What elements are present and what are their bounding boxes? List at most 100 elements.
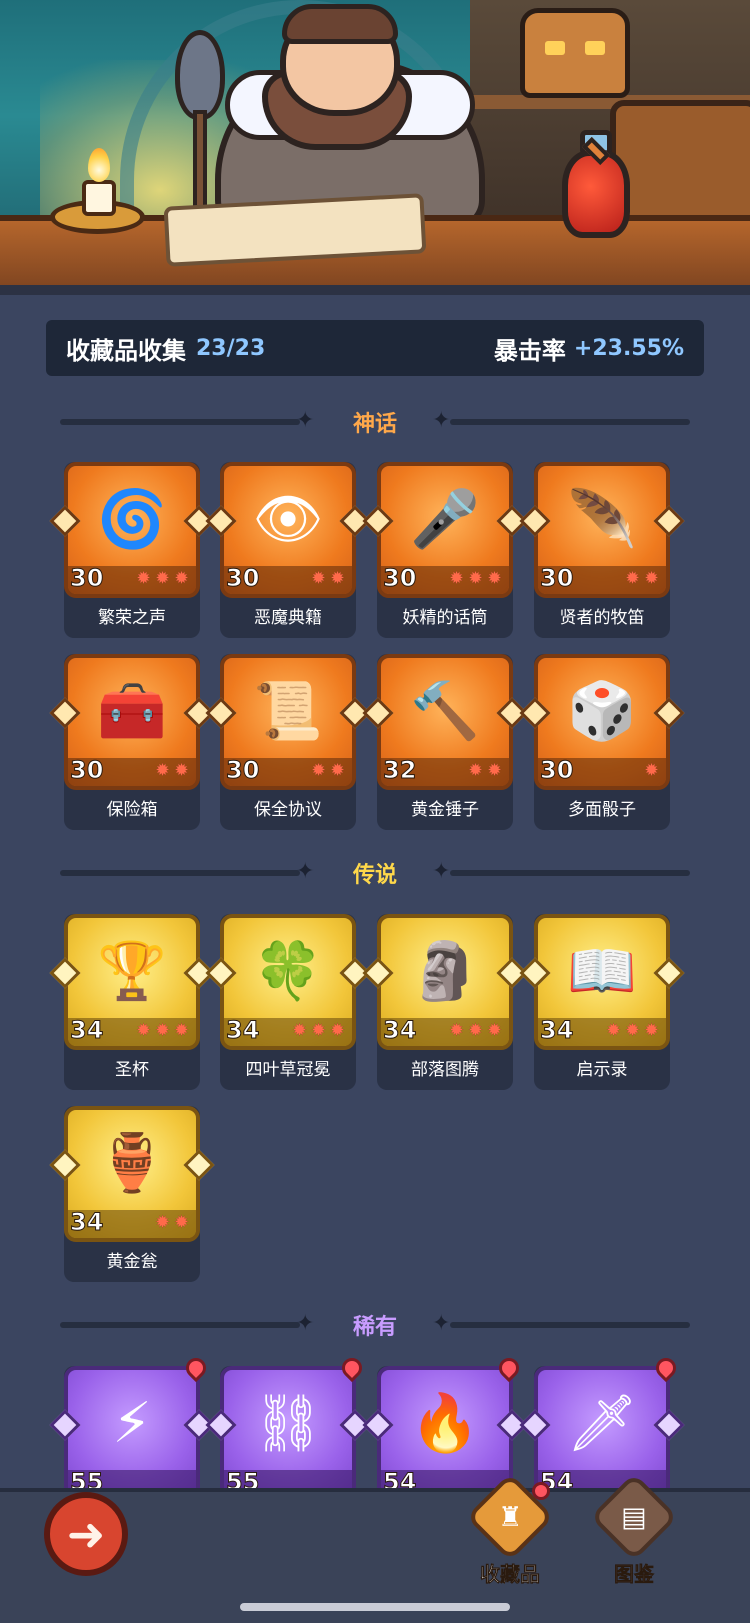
item-level: 30 xyxy=(382,564,417,593)
star-rating: ✹ ✹ xyxy=(311,762,348,780)
crit-rate-label: 暴击率 xyxy=(493,336,566,365)
tab-codex[interactable]: ▤ 图鉴 xyxy=(586,1472,682,1588)
tribal-mask-decoration xyxy=(520,8,630,98)
contract-scroll-icon: 📜 xyxy=(253,679,323,744)
spirit-orb-icon: 🌀 xyxy=(97,487,167,552)
notification-dot xyxy=(532,1482,550,1500)
item-name: 部落图腾 xyxy=(411,1060,479,1080)
legend-collectible-card[interactable]: 🗿 34 ✹ ✹ ✹ 部落图腾 xyxy=(362,914,528,1090)
star-rating: ✹ ✹ xyxy=(155,762,192,780)
crit-rate-value: +23.55% xyxy=(573,335,684,361)
demon-book-icon: 👁 xyxy=(252,487,324,552)
skull-dagger-icon: 🗡 xyxy=(566,1391,638,1456)
star-icon: ✹ xyxy=(155,760,171,781)
star-icon: ✹ xyxy=(311,760,327,781)
lightning-card-icon: ⚡ xyxy=(112,1391,152,1456)
star-rating: ✹ ✹ xyxy=(625,570,662,588)
star-icon: ✹ xyxy=(311,568,327,589)
star-icon: ✹ xyxy=(487,1020,503,1041)
potion-decoration xyxy=(562,150,630,238)
legend-collectible-card[interactable]: 🏆 34 ✹ ✹ ✹ 圣杯 xyxy=(49,914,215,1090)
item-level: 30 xyxy=(539,756,574,785)
star-icon: ✹ xyxy=(311,1020,327,1041)
shovel-decoration xyxy=(175,30,225,120)
myth-collectible-card[interactable]: 👁 30 ✹ ✹ 恶魔典籍 xyxy=(205,462,371,638)
star-icon: ✹ xyxy=(468,1020,484,1041)
item-name: 多面骰子 xyxy=(568,800,636,820)
star-icon: ✹ xyxy=(155,1212,171,1233)
star-icon: ✹ xyxy=(625,1020,641,1041)
item-level: 30 xyxy=(225,564,260,593)
section-title-myth: 神话 xyxy=(352,412,397,437)
item-name: 保全协议 xyxy=(254,800,322,820)
sparkle-icon: ✦ xyxy=(296,859,315,884)
tribal-totem-icon: 🗿 xyxy=(410,939,480,1004)
star-icon: ✹ xyxy=(644,760,660,781)
golden-urn-icon: 🏺 xyxy=(97,1131,167,1196)
section-title-rare: 稀有 xyxy=(352,1315,397,1340)
star-rating: ✹ ✹ xyxy=(311,570,348,588)
tab-collection-label: 收藏品 xyxy=(480,1562,541,1587)
tab-collection[interactable]: ♜ 收藏品 xyxy=(462,1472,558,1588)
section-header-rare: ✦ 稀有 ✦ xyxy=(50,1305,700,1345)
star-icon: ✹ xyxy=(606,1020,622,1041)
star-icon: ✹ xyxy=(330,760,346,781)
star-icon: ✹ xyxy=(449,568,465,589)
golden-hammer-icon: 🔨 xyxy=(410,679,480,744)
item-name: 圣杯 xyxy=(115,1060,149,1080)
star-icon: ✹ xyxy=(644,1020,660,1041)
star-icon: ✹ xyxy=(487,760,503,781)
sage-flute-icon: 🪶 xyxy=(567,487,637,552)
star-icon: ✹ xyxy=(330,1020,346,1041)
section-header-legend: ✦ 传说 ✦ xyxy=(50,853,700,893)
myth-collectible-card[interactable]: 🪶 30 ✹ ✹ 贤者的牧笛 xyxy=(519,462,685,638)
item-name: 四叶草冠冕 xyxy=(245,1060,331,1080)
star-icon: ✹ xyxy=(449,1020,465,1041)
star-icon: ✹ xyxy=(174,760,190,781)
star-icon: ✹ xyxy=(625,568,641,589)
star-icon: ✹ xyxy=(136,568,152,589)
item-name: 繁荣之声 xyxy=(98,608,166,628)
treasure-chest-icon: 🧰 xyxy=(97,679,167,744)
myth-collectible-card[interactable]: 🧰 30 ✹ ✹ 保险箱 xyxy=(49,654,215,830)
legend-collectible-card[interactable]: 🏺 34 ✹ ✹ 黄金瓮 xyxy=(49,1106,215,1282)
item-name: 启示录 xyxy=(576,1060,628,1080)
item-level: 34 xyxy=(69,1208,104,1237)
collection-count: 23/23 xyxy=(196,335,266,361)
collection-summary-bar: 收藏品收集 23/23 暴击率 +23.55% xyxy=(46,320,704,376)
item-level: 30 xyxy=(69,756,104,785)
legend-collectible-card[interactable]: 🍀 34 ✹ ✹ ✹ 四叶草冠冕 xyxy=(205,914,371,1090)
star-icon: ✹ xyxy=(136,1020,152,1041)
collection-title: 收藏品收集 xyxy=(66,336,186,365)
section-title-legend: 传说 xyxy=(352,863,397,888)
star-icon: ✹ xyxy=(292,1020,308,1041)
myth-collectible-card[interactable]: 📜 30 ✹ ✹ 保全协议 xyxy=(205,654,371,830)
star-icon: ✹ xyxy=(644,568,660,589)
hero-illustration xyxy=(0,0,750,290)
sparkle-icon: ✦ xyxy=(296,1311,315,1336)
fairy-microphone-icon: 🎤 xyxy=(410,487,480,552)
star-rating: ✹ ✹ ✹ xyxy=(606,1022,662,1040)
item-name: 贤者的牧笛 xyxy=(559,608,645,628)
star-icon: ✹ xyxy=(330,568,346,589)
item-level: 34 xyxy=(225,1016,260,1045)
tab-codex-label: 图鉴 xyxy=(614,1562,655,1587)
item-name: 保险箱 xyxy=(106,800,158,820)
item-level: 34 xyxy=(539,1016,574,1045)
item-level: 32 xyxy=(382,756,417,785)
fire-feather-icon: 🔥 xyxy=(410,1391,480,1456)
myth-collectible-card[interactable]: 🎲 30 ✹ 多面骰子 xyxy=(519,654,685,830)
myth-collectible-card[interactable]: 🎤 30 ✹ ✹ ✹ 妖精的话筒 xyxy=(362,462,528,638)
star-rating: ✹ ✹ ✹ xyxy=(136,1022,192,1040)
myth-collectible-card[interactable]: 🔨 32 ✹ ✹ 黄金锤子 xyxy=(362,654,528,830)
legend-collectible-card[interactable]: 📖 34 ✹ ✹ ✹ 启示录 xyxy=(519,914,685,1090)
star-icon: ✹ xyxy=(468,568,484,589)
back-arrow-icon: ➜ xyxy=(66,1507,106,1561)
sparkle-icon: ✦ xyxy=(296,408,315,433)
star-rating: ✹ ✹ xyxy=(468,762,505,780)
myth-collectible-card[interactable]: 🌀 30 ✹ ✹ ✹ 繁荣之声 xyxy=(49,462,215,638)
star-icon: ✹ xyxy=(468,760,484,781)
back-button[interactable]: ➜ xyxy=(44,1492,128,1576)
codex-book-icon: ▤ xyxy=(589,1472,679,1562)
star-rating: ✹ ✹ ✹ xyxy=(136,570,192,588)
